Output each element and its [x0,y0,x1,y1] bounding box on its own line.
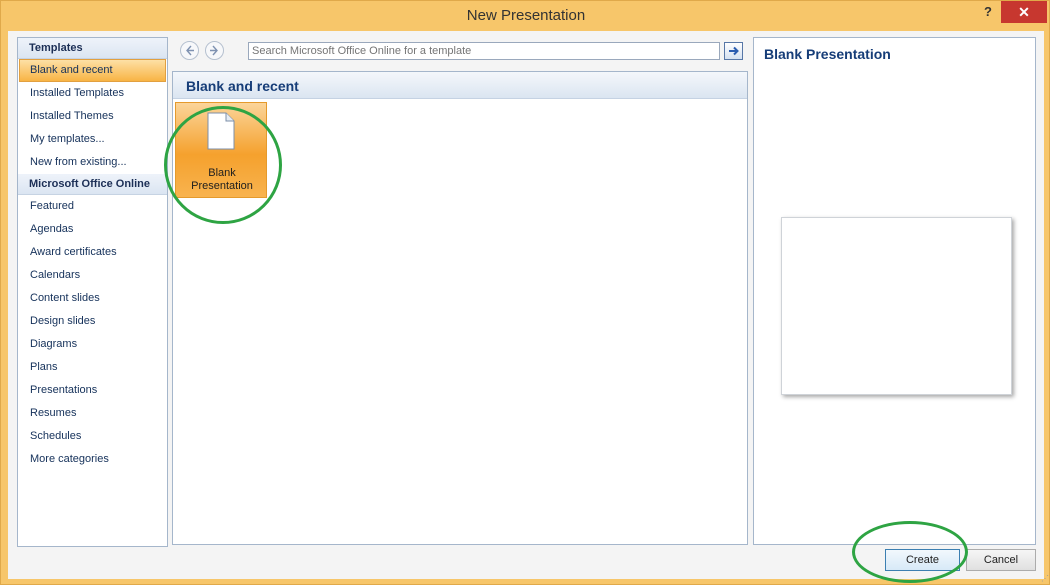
template-gallery-pane: Blank and recent Blank Presentation [172,37,748,545]
back-button[interactable] [180,41,199,60]
sidebar-item-my-templates[interactable]: My templates... [18,128,167,151]
sidebar-item-installed-themes[interactable]: Installed Themes [18,105,167,128]
sidebar-item-installed-templates[interactable]: Installed Templates [18,82,167,105]
close-button[interactable]: ✕ [1001,1,1047,23]
new-presentation-dialog: New Presentation ? ✕ Templates Blank and… [0,0,1050,585]
template-search-input[interactable] [248,42,720,60]
gallery-heading: Blank and recent [173,72,747,99]
sidebar-item-presentations[interactable]: Presentations [18,379,167,402]
arrow-right-icon [210,45,218,56]
title-bar: New Presentation ? ✕ [1,1,1050,31]
sidebar-item-award-certificates[interactable]: Award certificates [18,241,167,264]
arrow-left-icon [186,45,194,56]
sidebar-item-content-slides[interactable]: Content slides [18,287,167,310]
dialog-title: New Presentation [466,7,586,24]
forward-button[interactable] [205,41,224,60]
sidebar-item-featured[interactable]: Featured [18,195,167,218]
sidebar-item-plans[interactable]: Plans [18,356,167,379]
highlight-circle-tile [164,106,282,224]
sidebar-item-more-categories[interactable]: More categories [18,448,167,471]
sidebar-item-blank-and-recent[interactable]: Blank and recent [19,59,166,82]
section-header-office-online: Microsoft Office Online [18,174,167,195]
cancel-button[interactable]: Cancel [966,549,1036,571]
preview-title: Blank Presentation [764,46,891,62]
sidebar-item-diagrams[interactable]: Diagrams [18,333,167,356]
sidebar-item-new-from-existing[interactable]: New from existing... [18,151,167,174]
sidebar-item-design-slides[interactable]: Design slides [18,310,167,333]
section-header-templates: Templates [18,38,167,59]
help-button[interactable]: ? [977,1,999,23]
highlight-circle-create [852,521,968,583]
preview-pane: Blank Presentation [753,37,1036,545]
sidebar-item-agendas[interactable]: Agendas [18,218,167,241]
sidebar-item-resumes[interactable]: Resumes [18,402,167,425]
sidebar-item-calendars[interactable]: Calendars [18,264,167,287]
sidebar-item-schedules[interactable]: Schedules [18,425,167,448]
search-go-button[interactable] [724,42,743,60]
resize-grip-icon[interactable]: ⋰ [1041,575,1049,583]
search-go-arrow-icon [728,46,739,56]
template-categories-sidebar: Templates Blank and recent Installed Tem… [17,37,168,547]
slide-preview-thumbnail [781,217,1012,395]
dialog-content: Templates Blank and recent Installed Tem… [8,31,1044,579]
